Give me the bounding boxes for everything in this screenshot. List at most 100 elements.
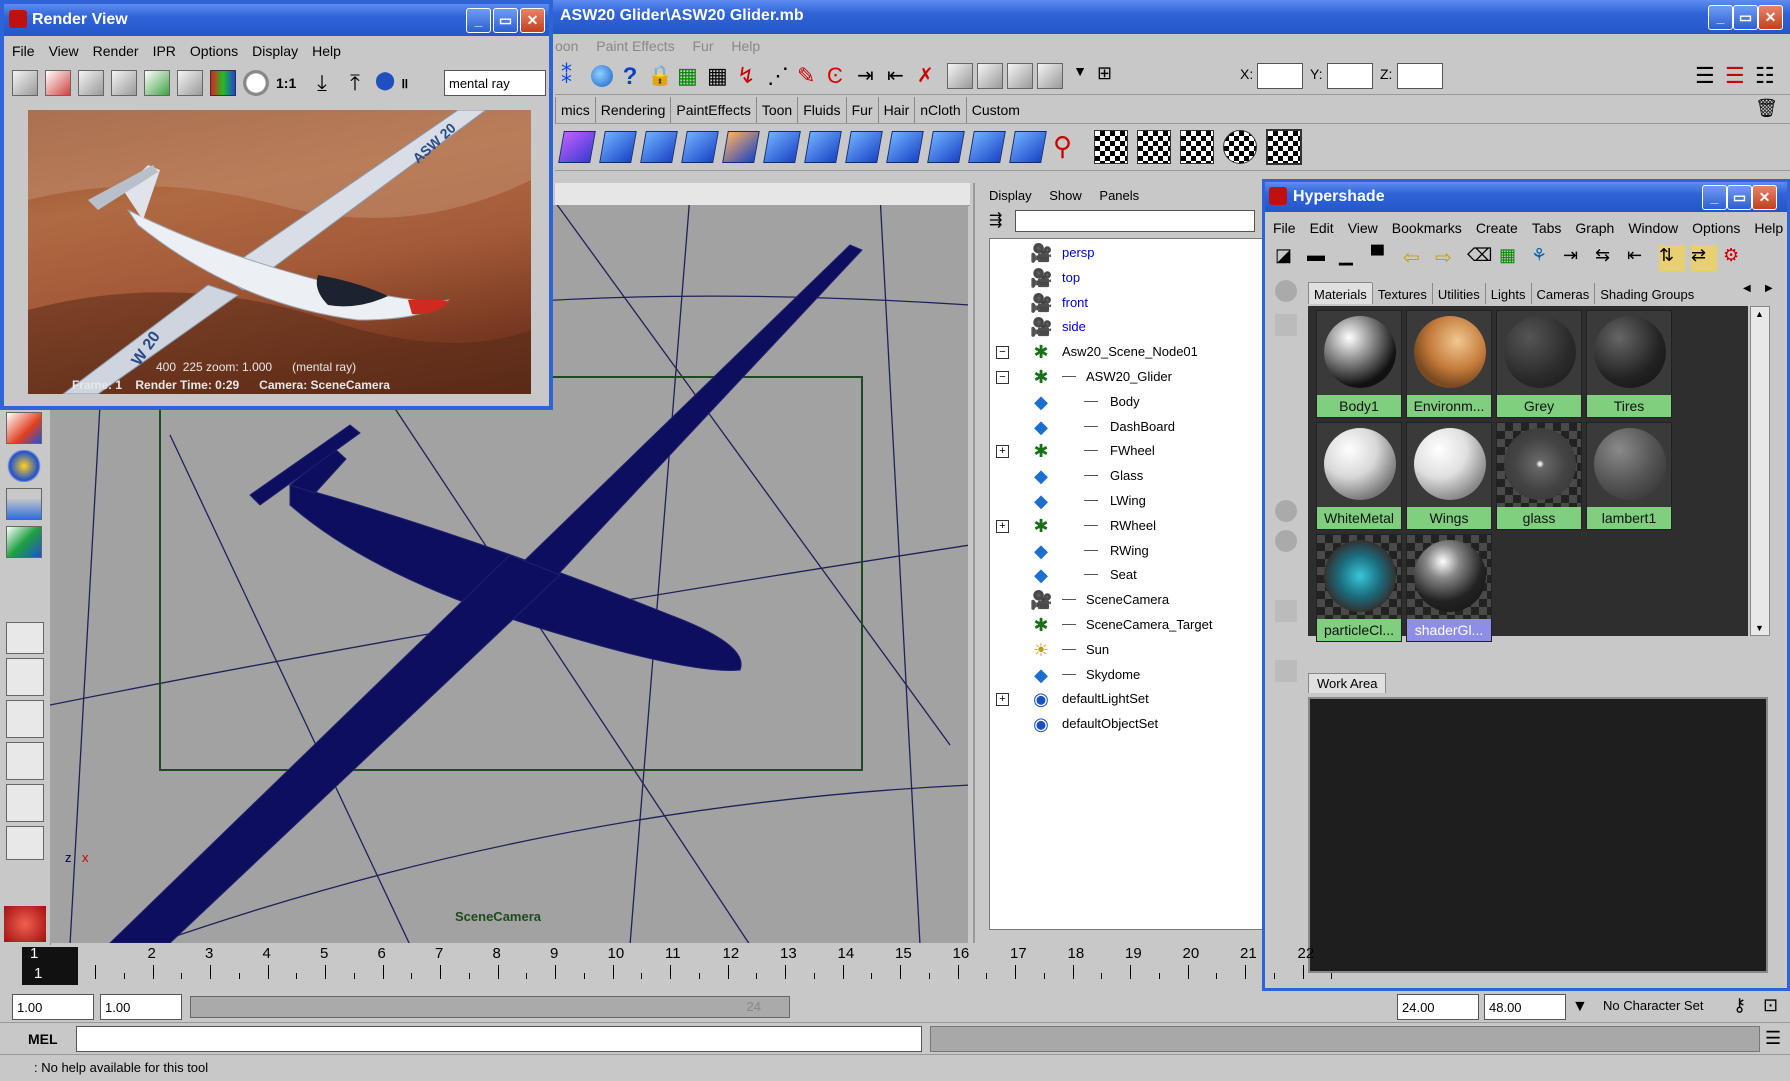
layout-graph-icon[interactable] [6, 742, 44, 780]
hs-toggle-icon[interactable]: ◪ [1275, 245, 1301, 271]
hs-menu-view[interactable]: View [1348, 220, 1378, 236]
layout-icon-1[interactable]: ☰ [1695, 63, 1721, 89]
hs-menu-options[interactable]: Options [1692, 220, 1740, 236]
construction-history-icon[interactable]: ✗ [917, 63, 943, 89]
layout-outliner-icon[interactable] [6, 784, 44, 822]
rv-menu-file[interactable]: File [12, 43, 35, 59]
move-tool-icon[interactable] [6, 412, 42, 444]
shelf-mesh-icon-9[interactable] [927, 131, 965, 163]
hs-settings-icon[interactable]: ⚙ [1723, 245, 1749, 271]
layout-icon-3[interactable]: ☷ [1755, 63, 1781, 89]
rv-settings-icon[interactable] [177, 70, 203, 96]
hs-graph-network-icon[interactable]: ⚘ [1531, 245, 1557, 271]
shelf-mesh-icon-11[interactable] [1009, 131, 1047, 163]
rv-ratio-label[interactable]: 1:1 [276, 75, 302, 91]
hs-forward-icon[interactable]: ⇨ [1435, 245, 1461, 271]
hs-tab-cameras[interactable]: Cameras [1530, 283, 1595, 304]
hs-tabs-right-icon[interactable]: ▶ [1765, 283, 1773, 294]
hs-menu-create[interactable]: Create [1476, 220, 1518, 236]
shelf-tab-3[interactable]: Toon [755, 97, 797, 123]
material-swatch[interactable]: shaderGl... [1406, 534, 1492, 642]
shelf-mesh-icon-3[interactable] [681, 131, 719, 163]
shelf-mesh-icon-7[interactable] [845, 131, 883, 163]
hs-rearrange-icon[interactable]: ▦ [1499, 245, 1525, 271]
hs-show-bottom-icon[interactable]: ▁ [1339, 245, 1365, 271]
shelf-checker-icon-3[interactable] [1180, 130, 1214, 164]
shelf-mesh-icon-1[interactable] [599, 131, 637, 163]
hs-back-icon[interactable]: ⇦ [1403, 245, 1429, 271]
layout-icon-2[interactable]: ☰ [1725, 63, 1751, 89]
render-settings-icon[interactable] [1037, 63, 1063, 89]
material-swatch[interactable]: Wings [1406, 422, 1492, 530]
outliner-row[interactable]: + ✱ FWheel [990, 439, 1262, 463]
close-icon[interactable]: ✕ [1758, 5, 1783, 30]
main-menu-2[interactable]: Fur [692, 38, 713, 54]
rotate-tool-icon[interactable] [6, 450, 42, 482]
rendered-image[interactable]: ASW 20 W 20 400 225 zoom: 1.000 (mental … [28, 110, 531, 394]
expander-icon[interactable]: + [996, 519, 1009, 533]
input-ops-icon[interactable]: ⇥ [857, 63, 883, 89]
range-end-field[interactable]: 48.00 [1484, 994, 1566, 1020]
expander-icon[interactable]: + [996, 445, 1009, 459]
outliner-row[interactable]: ◆ LWing [990, 489, 1262, 513]
hs-scroll-down-icon[interactable]: ▼ [1755, 623, 1764, 633]
z-field[interactable] [1397, 63, 1443, 89]
scale-tool-icon[interactable] [6, 488, 42, 520]
outliner-row[interactable]: ☀ Sun [990, 638, 1262, 662]
outliner-row[interactable]: 🎥 side [990, 315, 1262, 339]
outliner-menu-show[interactable]: Show [1049, 188, 1082, 203]
expander-icon[interactable]: − [996, 371, 1009, 384]
main-menu-0[interactable]: oon [555, 38, 578, 54]
outliner-row[interactable]: ◆ Body [990, 390, 1262, 414]
layout-four-icon[interactable] [6, 658, 44, 696]
hs-output-conn-icon[interactable]: ⇤ [1627, 245, 1653, 271]
hs-scrollbar[interactable]: ▲ ▼ [1750, 306, 1770, 636]
command-language-label[interactable]: MEL [28, 1031, 58, 1047]
rv-pause-icon[interactable]: ॥ [400, 74, 408, 93]
rv-menu-help[interactable]: Help [312, 43, 341, 59]
material-swatch[interactable]: lambert1 [1586, 422, 1672, 530]
outliner-row[interactable]: 🎥 front [990, 291, 1262, 315]
hs-menu-window[interactable]: Window [1628, 220, 1678, 236]
shelf-pivot-icon[interactable]: ⚲ [1053, 131, 1085, 163]
rv-menu-ipr[interactable]: IPR [153, 43, 176, 59]
outliner-row[interactable]: ✱ SceneCamera_Target [990, 613, 1262, 637]
shelf-mesh-icon-5[interactable] [763, 131, 801, 163]
hs-list-mode-icon[interactable]: ⇄ [1691, 245, 1717, 271]
range-start-field[interactable]: 1.00 [12, 994, 94, 1020]
outliner-row[interactable]: 🎥 top [990, 266, 1262, 290]
rv-ipr-icon[interactable] [111, 70, 137, 96]
snap-curve-icon[interactable]: ↯ [737, 63, 763, 89]
manipulator-icon[interactable] [6, 526, 42, 558]
material-swatch[interactable]: glass [1496, 422, 1582, 530]
maximize-icon[interactable]: ▭ [1733, 5, 1758, 30]
hs-menu-graph[interactable]: Graph [1575, 220, 1614, 236]
rv-menu-options[interactable]: Options [190, 43, 238, 59]
hs-menu-help[interactable]: Help [1754, 220, 1783, 236]
time-slider[interactable]: 1 2 3 4 5 6 7 8 9 10 11 12 13 14 15 16 17 18 19 20 21 22 1 [0, 945, 1333, 990]
hs-create-icon-4[interactable] [1275, 530, 1297, 552]
rv-drop-icon[interactable]: ⬤ [375, 70, 395, 96]
hs-menu-file[interactable]: File [1273, 220, 1296, 236]
shelf-tab-7[interactable]: nCloth [914, 97, 965, 123]
outliner-row[interactable]: 🎥 SceneCamera [990, 588, 1262, 612]
rv-snapshot-icon[interactable] [78, 70, 104, 96]
shelf-tab-6[interactable]: Hair [877, 97, 915, 123]
select-tool-icon[interactable]: ⁑ [561, 63, 587, 89]
hs-tab-textures[interactable]: Textures [1371, 283, 1432, 304]
hs-menu-edit[interactable]: Edit [1310, 220, 1334, 236]
rv-alpha-icon[interactable] [243, 70, 269, 96]
material-swatch[interactable]: WhiteMetal [1316, 422, 1402, 530]
rv-keep-image-icon[interactable]: ⤓ [309, 70, 335, 96]
character-set-dropdown-icon[interactable]: ▼ [1572, 998, 1588, 1016]
main-menu-3[interactable]: Help [731, 38, 760, 54]
hs-work-area-tab[interactable]: Work Area [1308, 673, 1387, 693]
hs-show-top-icon[interactable]: ▬ [1307, 245, 1333, 271]
playback-start-field[interactable]: 1.00 [100, 994, 182, 1020]
hs-tab-lights[interactable]: Lights [1484, 283, 1531, 304]
shelf-tab-5[interactable]: Fur [845, 97, 878, 123]
trash-icon[interactable]: 🗑 [1755, 97, 1778, 119]
hs-create-icon-2[interactable] [1275, 314, 1297, 336]
playback-end-field[interactable]: 24.00 [1397, 994, 1479, 1020]
rv-menu-view[interactable]: View [49, 43, 79, 59]
